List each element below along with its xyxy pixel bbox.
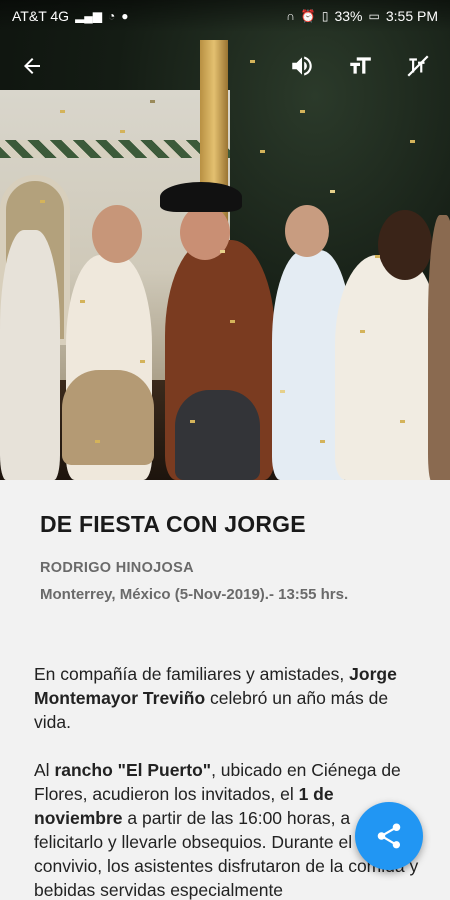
article-headline: DE FIESTA CON JORGE [40,511,306,537]
paragraph: En compañía de familiares y amistades, J… [34,664,397,732]
text-size-icon [350,57,371,74]
clock: 3:55 PM [385,8,438,24]
spotify-icon: ● [121,9,129,23]
headphones-icon: ∩ [286,9,295,23]
battery-icon: ▭ [368,9,380,23]
volume-icon [292,56,312,76]
signal-icon: ▂▄▆ [75,9,103,23]
text-size-button[interactable] [342,48,378,84]
audio-button[interactable] [284,48,320,84]
article-toolbar [0,40,450,92]
status-bar: AT&T 4G ▂▄▆ ◔ ● ∩ ⏰ ▯ 33% ▭ 3:55 PM [0,0,450,32]
share-icon [377,823,401,849]
battery-percent: 33% [334,8,363,24]
format-toggle-button[interactable] [400,48,436,84]
arrow-left-icon [24,58,40,74]
wifi-calling-icon: ◔ [108,9,116,23]
carrier-label: AT&T 4G [12,8,70,24]
text-format-off-icon [407,55,429,77]
article-dateline: Monterrey, México (5-Nov-2019).- 13:55 h… [40,586,349,603]
article-author: RODRIGO HINOJOSA [40,560,194,576]
alarm-icon: ⏰ [300,9,316,23]
share-button[interactable] [355,802,423,870]
article-body: En compañía de familiares y amistades, J… [34,662,424,900]
vibrate-icon: ▯ [321,9,329,23]
back-button[interactable] [14,48,50,84]
